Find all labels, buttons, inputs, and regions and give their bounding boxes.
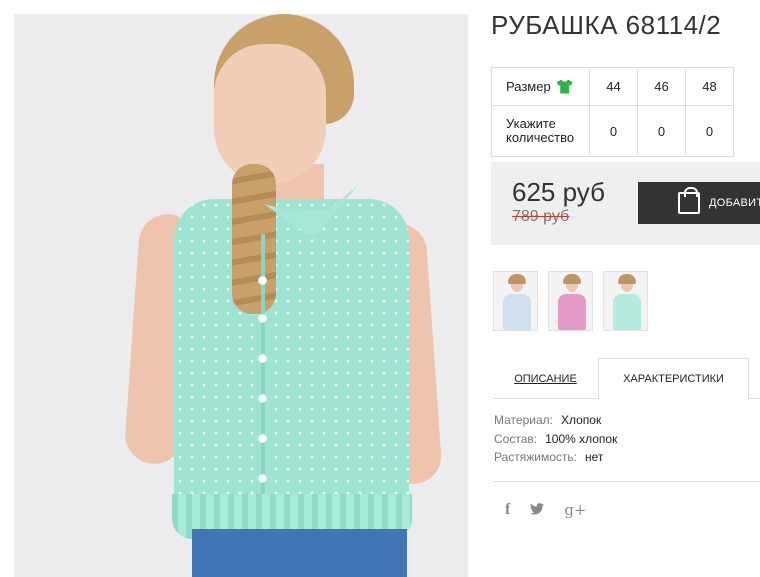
- price-box: 625 руб 789 руб ДОБАВИТ: [491, 162, 760, 245]
- photo-shirt-button: [258, 314, 267, 323]
- thumbnail-strip: [493, 271, 648, 331]
- shopping-bag-icon: [678, 187, 700, 214]
- photo-shirt: [174, 199, 409, 529]
- twitter-icon[interactable]: [530, 501, 545, 519]
- thumb-hair: [508, 274, 526, 284]
- photo-jeans: [192, 529, 407, 577]
- size-label: Размер: [506, 79, 551, 94]
- photo-braid: [232, 164, 276, 314]
- quantity-row: Укажите количество 0 0 0: [491, 105, 734, 157]
- size-46: 46: [637, 67, 686, 106]
- tab-description[interactable]: ОПИСАНИЕ: [493, 358, 598, 399]
- photo-shirt-button: [258, 276, 267, 285]
- thumb-shirt-shape: [503, 294, 531, 330]
- thumb-blue-shirt[interactable]: [493, 271, 538, 331]
- thumb-hair: [618, 274, 636, 284]
- spec-key: Состав:: [494, 431, 538, 446]
- shirt-icon[interactable]: [556, 79, 573, 94]
- twitter-bird-icon: [530, 503, 545, 515]
- size-44: 44: [589, 67, 638, 106]
- product-tabs: ОПИСАНИЕ ХАРАКТЕРИСТИКИ: [493, 358, 760, 400]
- facebook-icon[interactable]: f: [505, 501, 510, 519]
- quantity-input-44[interactable]: 0: [589, 105, 638, 157]
- thumb-mint-shirt[interactable]: [603, 271, 648, 331]
- spec-row-stretch: Растяжимость: нет: [494, 448, 617, 467]
- spec-value: 100% хлопок: [545, 431, 618, 446]
- quantity-input-48[interactable]: 0: [685, 105, 734, 157]
- current-price: 625 руб: [512, 177, 605, 207]
- thumb-shirt-shape: [613, 294, 641, 330]
- social-share: f g+: [505, 501, 587, 519]
- photo-shirt-button: [258, 354, 267, 363]
- photo-shirt-button: [258, 394, 267, 403]
- product-title: РУБАШКА 68114/2: [491, 10, 722, 40]
- spec-key: Материал:: [494, 413, 553, 427]
- size-row: Размер 44 46 48: [491, 67, 734, 106]
- spec-value: нет: [585, 450, 604, 464]
- product-main-image[interactable]: [14, 14, 468, 577]
- specs-list: Материал: Хлопок Состав: 100% хлопок Рас…: [494, 411, 617, 467]
- photo-shirt-button: [258, 434, 267, 443]
- thumb-pink-shirt[interactable]: [548, 271, 593, 331]
- photo-shirt-button: [258, 474, 267, 483]
- size-48: 48: [685, 67, 734, 106]
- spec-key: Растяжимость:: [494, 450, 578, 464]
- quantity-label-line2: количество: [506, 130, 575, 145]
- old-price: 789 руб: [512, 208, 570, 225]
- tab-characteristics[interactable]: ХАРАКТЕРИСТИКИ: [598, 358, 749, 400]
- quantity-label-cell: Укажите количество: [491, 105, 590, 157]
- quantity-input-46[interactable]: 0: [637, 105, 686, 157]
- google-plus-icon[interactable]: g+: [564, 501, 586, 519]
- thumb-shirt-shape: [558, 294, 586, 330]
- add-to-cart-button[interactable]: ДОБАВИТ: [638, 182, 760, 224]
- add-to-cart-label: ДОБАВИТ: [709, 197, 760, 209]
- size-label-cell: Размер: [491, 67, 590, 106]
- spec-row-composition: Состав: 100% хлопок: [494, 430, 617, 449]
- size-quantity-table: Размер 44 46 48 Укажите количество 0 0 0: [491, 67, 734, 157]
- spec-row-material: Материал: Хлопок: [494, 411, 617, 430]
- photo-face: [214, 44, 326, 184]
- thumb-hair: [563, 274, 581, 284]
- divider: [493, 481, 760, 482]
- spec-value: Хлопок: [560, 413, 602, 427]
- quantity-label-line1: Укажите: [506, 116, 556, 131]
